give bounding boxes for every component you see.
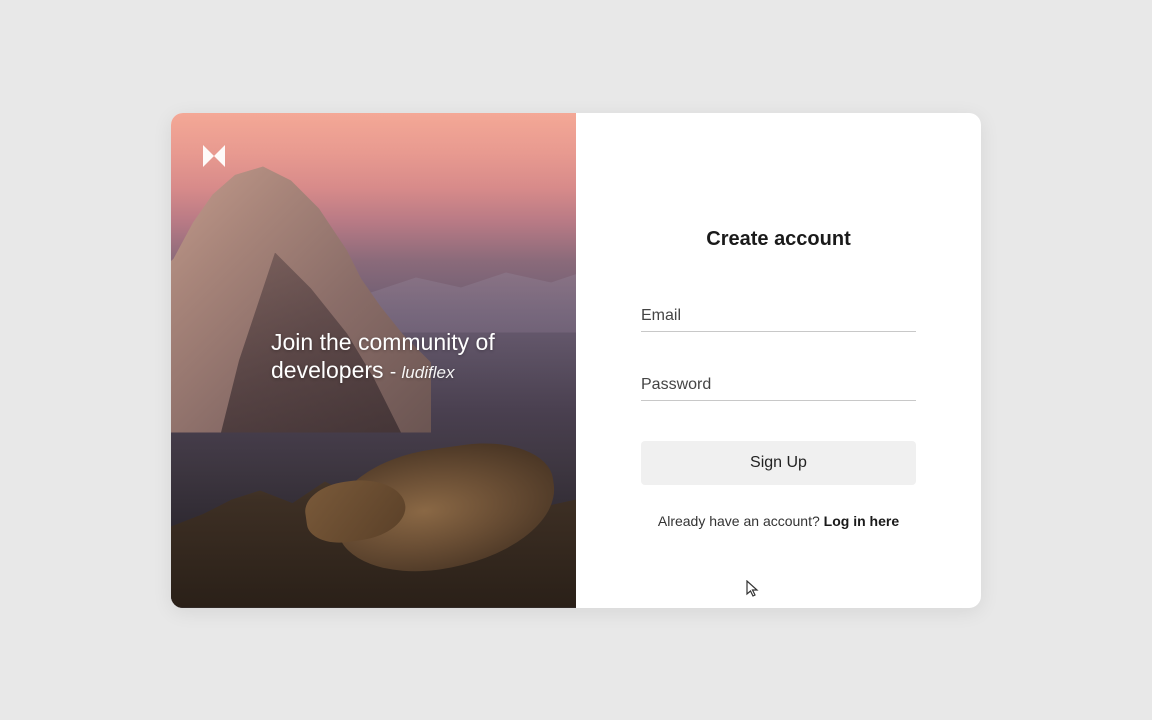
hero-tagline: Join the community of developers - ludif… bbox=[271, 328, 536, 386]
password-input-group bbox=[641, 370, 916, 401]
login-prompt-text: Already have an account? bbox=[658, 513, 824, 529]
login-link[interactable]: Log in here bbox=[824, 513, 899, 529]
tagline-main: Join the community of developers bbox=[271, 329, 495, 384]
signup-form-panel: Create account Sign Up Already have an a… bbox=[576, 113, 981, 608]
signup-button[interactable]: Sign Up bbox=[641, 441, 916, 485]
hero-image-panel: Join the community of developers - ludif… bbox=[171, 113, 576, 608]
tagline-credit: ludiflex bbox=[402, 363, 455, 382]
email-input-group bbox=[641, 301, 916, 332]
brand-logo-icon bbox=[199, 141, 229, 171]
tagline-dash: - bbox=[390, 362, 402, 383]
signup-card: Join the community of developers - ludif… bbox=[171, 113, 981, 608]
form-title: Create account bbox=[641, 228, 916, 251]
email-field[interactable] bbox=[641, 301, 916, 332]
password-field[interactable] bbox=[641, 370, 916, 401]
login-prompt: Already have an account? Log in here bbox=[641, 513, 916, 529]
logo-icon bbox=[199, 141, 229, 171]
